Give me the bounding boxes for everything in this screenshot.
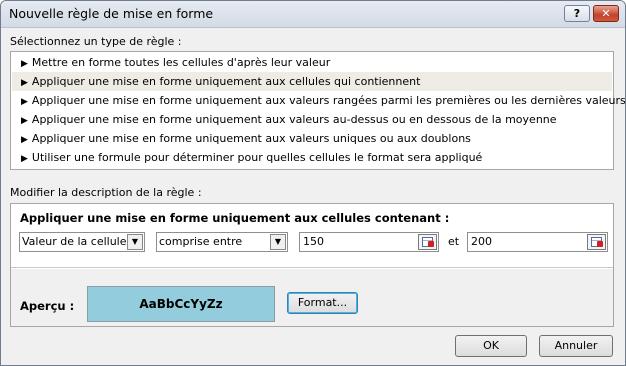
format-button[interactable]: Format... bbox=[287, 292, 358, 314]
condition-heading: Appliquer une mise en forme uniquement a… bbox=[20, 211, 450, 225]
rule-type-list[interactable]: ▶ Mettre en forme toutes les cellules d'a… bbox=[10, 51, 625, 170]
dialog-window: Nouvelle règle de mise en forme ? ✕ Séle… bbox=[0, 0, 626, 366]
title-bar: Nouvelle règle de mise en forme ? ✕ bbox=[1, 1, 625, 28]
rule-type-item[interactable]: ▶ Appliquer une mise en forme uniquement … bbox=[12, 91, 625, 110]
rule-type-label: Sélectionnez un type de règle : bbox=[10, 35, 182, 48]
chevron-down-icon[interactable]: ▼ bbox=[270, 234, 286, 250]
value1-input[interactable]: 150 bbox=[299, 232, 439, 252]
rule-type-item[interactable]: ▶ Utiliser une formule pour déterminer po… bbox=[12, 148, 612, 167]
preview-label: Aperçu : bbox=[20, 299, 75, 313]
triangle-right-icon: ▶ bbox=[21, 116, 28, 126]
ok-button[interactable]: OK bbox=[455, 335, 527, 357]
rule-type-item[interactable]: ▶ Mettre en forme toutes les cellules d'a… bbox=[12, 53, 612, 72]
cancel-button[interactable]: Annuler bbox=[539, 335, 613, 357]
description-label: Modifier la description de la règle : bbox=[10, 186, 202, 199]
value2-input[interactable]: 200 bbox=[467, 232, 608, 252]
cell-type-select[interactable]: Valeur de la cellule ▼ bbox=[19, 232, 145, 252]
chevron-down-icon[interactable]: ▼ bbox=[127, 234, 143, 250]
triangle-right-icon: ▶ bbox=[21, 135, 28, 145]
help-button[interactable]: ? bbox=[564, 5, 590, 22]
and-label: et bbox=[448, 235, 460, 248]
triangle-right-icon: ▶ bbox=[21, 78, 28, 88]
range-picker-icon[interactable] bbox=[587, 234, 606, 250]
triangle-right-icon: ▶ bbox=[21, 154, 28, 164]
format-preview: AaBbCcYyZz bbox=[87, 286, 275, 322]
close-button[interactable]: ✕ bbox=[593, 5, 619, 22]
triangle-right-icon: ▶ bbox=[21, 59, 28, 69]
operator-select[interactable]: comprise entre ▼ bbox=[156, 232, 288, 252]
dialog-title: Nouvelle règle de mise en forme bbox=[9, 6, 214, 21]
rule-type-item-selected[interactable]: ▶ Appliquer une mise en forme uniquement … bbox=[12, 72, 612, 91]
rule-type-item[interactable]: ▶ Appliquer une mise en forme uniquement … bbox=[12, 129, 612, 148]
rule-type-item[interactable]: ▶ Appliquer une mise en forme uniquement … bbox=[12, 110, 612, 129]
triangle-right-icon: ▶ bbox=[21, 97, 28, 107]
condition-area: Appliquer une mise en forme uniquement a… bbox=[11, 204, 613, 268]
range-picker-icon[interactable] bbox=[418, 234, 437, 250]
